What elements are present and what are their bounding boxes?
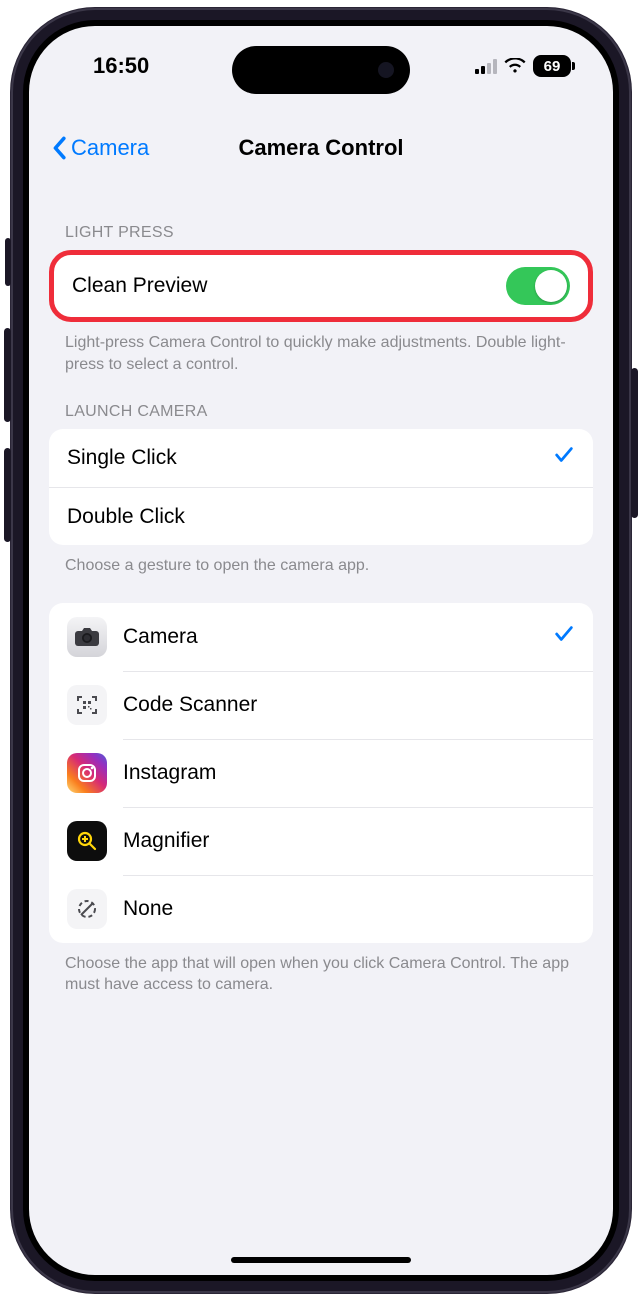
launch-option-double-click[interactable]: Double Click — [49, 487, 593, 545]
back-label: Camera — [71, 135, 149, 161]
home-indicator[interactable] — [231, 1257, 411, 1263]
app-option-magnifier[interactable]: Magnifier — [49, 807, 593, 875]
app-option-label: Camera — [123, 625, 198, 649]
app-option-none[interactable]: None — [49, 875, 593, 943]
app-option-code-scanner[interactable]: Code Scanner — [49, 671, 593, 739]
side-button-volume-up — [4, 328, 11, 422]
cellular-signal-icon — [475, 58, 497, 74]
side-button-volume-down — [4, 448, 11, 542]
app-option-label: Magnifier — [123, 829, 209, 853]
wifi-icon — [504, 58, 526, 74]
launch-option-label: Single Click — [67, 446, 177, 470]
camera-app-icon — [67, 617, 107, 657]
clean-preview-toggle[interactable] — [506, 267, 570, 305]
clean-preview-card: Clean Preview — [49, 250, 593, 322]
app-option-label: None — [123, 897, 173, 921]
status-time: 16:50 — [93, 53, 149, 79]
launch-option-single-click[interactable]: Single Click — [49, 429, 593, 487]
section-header-light-press: LIGHT PRESS — [49, 196, 593, 250]
section-header-launch-camera: LAUNCH CAMERA — [49, 375, 593, 429]
instagram-app-icon — [67, 753, 107, 793]
code-scanner-app-icon — [67, 685, 107, 725]
app-option-label: Instagram — [123, 761, 216, 785]
page-title: Camera Control — [238, 135, 403, 161]
checkmark-icon — [553, 444, 575, 472]
section-footer-launch-camera: Choose a gesture to open the camera app. — [49, 545, 593, 577]
launch-camera-card: Single Click Double Click — [49, 429, 593, 545]
side-button-power — [631, 368, 638, 518]
magnifier-app-icon — [67, 821, 107, 861]
back-button[interactable]: Camera — [51, 135, 149, 161]
side-button-mute — [5, 238, 11, 286]
section-footer-apps: Choose the app that will open when you c… — [49, 943, 593, 996]
settings-content: LIGHT PRESS Clean Preview Light-press Ca… — [29, 196, 613, 1275]
none-app-icon — [67, 889, 107, 929]
section-footer-light-press: Light-press Camera Control to quickly ma… — [49, 322, 593, 375]
battery-percent: 69 — [544, 58, 561, 75]
nav-bar: Camera Camera Control — [29, 118, 613, 178]
clean-preview-row[interactable]: Clean Preview — [54, 255, 588, 317]
chevron-left-icon — [51, 136, 67, 160]
app-option-camera[interactable]: Camera — [49, 603, 593, 671]
app-option-instagram[interactable]: Instagram — [49, 739, 593, 807]
phone-frame: 16:50 69 — [11, 8, 631, 1293]
clean-preview-label: Clean Preview — [72, 274, 207, 298]
dynamic-island — [232, 46, 410, 94]
app-picker-card: Camera Code Scanner — [49, 603, 593, 943]
app-option-label: Code Scanner — [123, 693, 257, 717]
checkmark-icon — [553, 623, 575, 651]
battery-indicator: 69 — [533, 55, 571, 77]
launch-option-label: Double Click — [67, 505, 185, 529]
